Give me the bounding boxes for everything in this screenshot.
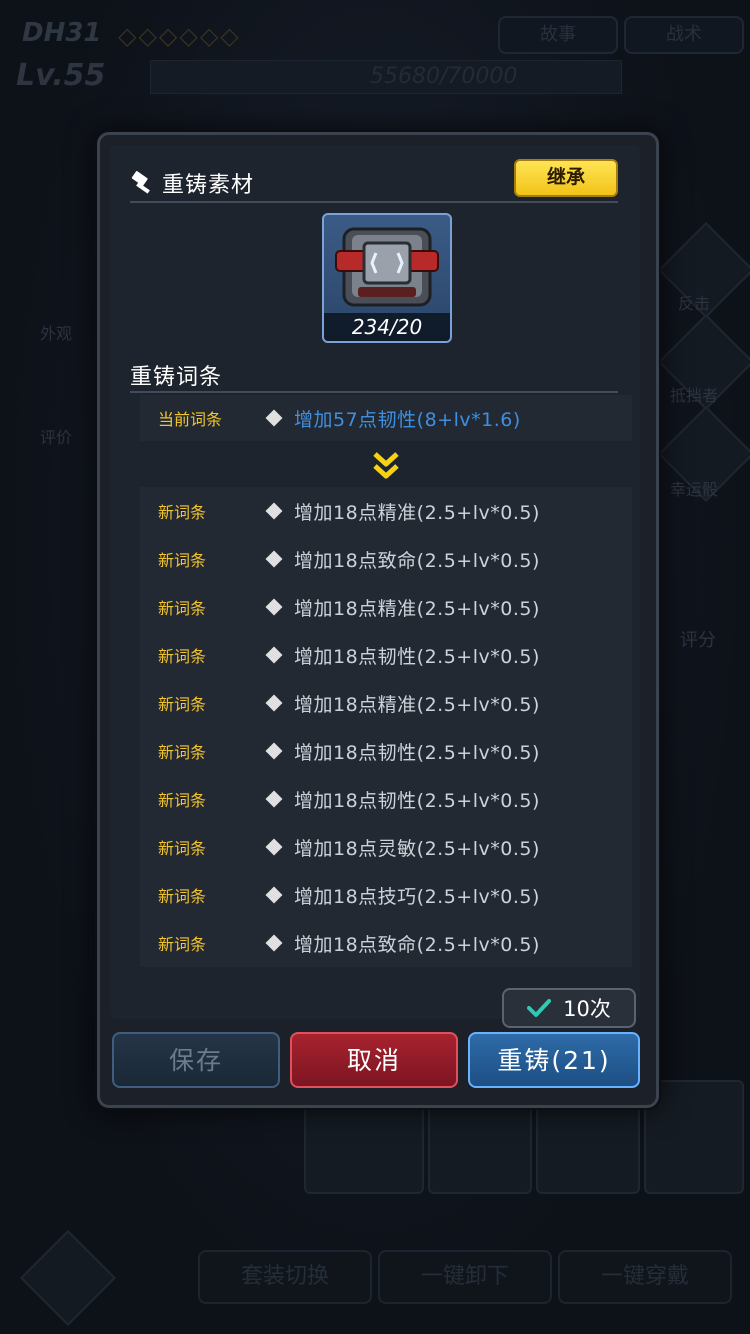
new-entry-row[interactable]: 新词条 增加18点精准(2.5+lv*0.5) <box>140 583 632 631</box>
rank-diamonds-icon: ◇◇◇◇◇◇ <box>118 22 241 50</box>
diamond-bullet-icon <box>265 742 283 760</box>
armor-plate-icon <box>335 227 439 307</box>
reforge-count-label: 10次 <box>563 997 611 1021</box>
diamond-bullet-icon <box>265 646 283 664</box>
new-entry-tag: 新词条 <box>158 551 207 570</box>
new-entry-tag: 新词条 <box>158 887 207 906</box>
new-entry-text: 增加18点技巧(2.5+lv*0.5) <box>294 885 540 908</box>
new-entry-tag: 新词条 <box>158 695 207 714</box>
right-label-counter: 反击 <box>678 294 711 313</box>
current-entry-row: 当前词条 增加57点韧性(8+lv*1.6) <box>140 395 632 441</box>
new-entry-text: 增加18点精准(2.5+lv*0.5) <box>294 501 540 524</box>
new-entry-row[interactable]: 新词条 增加18点致命(2.5+lv*0.5) <box>140 535 632 583</box>
new-entry-tag: 新词条 <box>158 743 207 762</box>
side-label-appearance: 外观 <box>40 324 73 343</box>
diamond-bullet-icon <box>265 886 283 904</box>
new-entry-tag: 新词条 <box>158 599 207 618</box>
diamond-bullet-icon <box>265 934 283 952</box>
diamond-bullet-icon <box>265 550 283 568</box>
new-entry-row[interactable]: 新词条 增加18点精准(2.5+lv*0.5) <box>140 487 632 535</box>
diamond-bullet-icon <box>265 838 283 856</box>
new-entry-text: 增加18点致命(2.5+lv*0.5) <box>294 933 540 956</box>
hero-card <box>644 1080 744 1194</box>
divider <box>130 201 618 203</box>
new-entry-tag: 新词条 <box>158 647 207 666</box>
cancel-button[interactable]: 取消 <box>290 1032 458 1088</box>
hammer-icon <box>131 171 150 194</box>
unequip-all-button: 一键卸下 <box>378 1250 552 1304</box>
diamond-bullet-icon <box>265 409 283 427</box>
side-label-rating: 评价 <box>40 428 73 447</box>
xp-text: 55680/70000 <box>370 64 518 89</box>
new-entry-text: 增加18点灵敏(2.5+lv*0.5) <box>294 837 540 860</box>
new-entry-text: 增加18点精准(2.5+lv*0.5) <box>294 597 540 620</box>
new-entry-row[interactable]: 新词条 增加18点致命(2.5+lv*0.5) <box>140 919 632 967</box>
new-entry-row[interactable]: 新词条 增加18点灵敏(2.5+lv*0.5) <box>140 823 632 871</box>
new-entry-text: 增加18点韧性(2.5+lv*0.5) <box>294 741 540 764</box>
diamond-bullet-icon <box>265 598 283 616</box>
player-name: DH31 <box>22 18 102 48</box>
material-quantity: 234/20 <box>324 313 450 341</box>
material-slot[interactable]: 234/20 <box>322 213 452 343</box>
new-entry-text: 增加18点韧性(2.5+lv*0.5) <box>294 645 540 668</box>
new-entry-row[interactable]: 新词条 增加18点精准(2.5+lv*0.5) <box>140 679 632 727</box>
current-entry-tag: 当前词条 <box>158 410 223 429</box>
divider <box>130 391 618 393</box>
inherit-button[interactable]: 继承 <box>514 159 618 197</box>
new-entry-text: 增加18点精准(2.5+lv*0.5) <box>294 693 540 716</box>
section-title: 重铸词条 <box>130 365 223 390</box>
new-entry-tag: 新词条 <box>158 791 207 810</box>
reforge-dialog: 重铸素材 继承 234/20 重铸词条 当前词条 增加57点韧性(8+lv*1.… <box>97 132 659 1108</box>
new-entry-tag: 新词条 <box>158 839 207 858</box>
new-entry-text: 增加18点致命(2.5+lv*0.5) <box>294 549 540 572</box>
player-level: Lv.55 <box>16 58 106 93</box>
new-entry-row[interactable]: 新词条 增加18点韧性(2.5+lv*0.5) <box>140 775 632 823</box>
diamond-bullet-icon <box>265 502 283 520</box>
dialog-content: 重铸素材 继承 234/20 重铸词条 当前词条 增加57点韧性(8+lv*1.… <box>110 145 640 1028</box>
header-title: 重铸素材 <box>162 173 255 198</box>
new-entry-text: 增加18点韧性(2.5+lv*0.5) <box>294 789 540 812</box>
new-entry-row[interactable]: 新词条 增加18点韧性(2.5+lv*0.5) <box>140 727 632 775</box>
new-entry-row[interactable]: 新词条 增加18点技巧(2.5+lv*0.5) <box>140 871 632 919</box>
current-entry-text: 增加57点韧性(8+lv*1.6) <box>294 408 521 431</box>
diamond-bullet-icon <box>265 790 283 808</box>
new-entry-tag: 新词条 <box>158 935 207 954</box>
reforge-button[interactable]: 重铸(21) <box>468 1032 640 1088</box>
right-label-luckydice: 幸运骰 <box>670 480 719 499</box>
suit-switch-button: 套装切换 <box>198 1250 372 1304</box>
right-label-score: 评分 <box>680 630 716 651</box>
save-button[interactable]: 保存 <box>112 1032 280 1088</box>
double-chevron-down-icon <box>373 452 399 479</box>
tab-tactics: 战术 <box>624 16 744 54</box>
diamond-bullet-icon <box>265 694 283 712</box>
new-entry-tag: 新词条 <box>158 503 207 522</box>
checkmark-icon <box>527 999 552 1017</box>
equip-all-button: 一键穿戴 <box>558 1250 732 1304</box>
back-hex-icon <box>19 1229 117 1327</box>
tab-story: 故事 <box>498 16 618 54</box>
new-entry-row[interactable]: 新词条 增加18点韧性(2.5+lv*0.5) <box>140 631 632 679</box>
reforge-count-toggle[interactable]: 10次 <box>502 988 636 1028</box>
dialog-header: 重铸素材 <box>130 167 254 199</box>
new-entry-list: 新词条 增加18点精准(2.5+lv*0.5) 新词条 增加18点致命(2.5+… <box>140 487 632 967</box>
right-label-blocker: 抵挡者 <box>670 386 719 405</box>
